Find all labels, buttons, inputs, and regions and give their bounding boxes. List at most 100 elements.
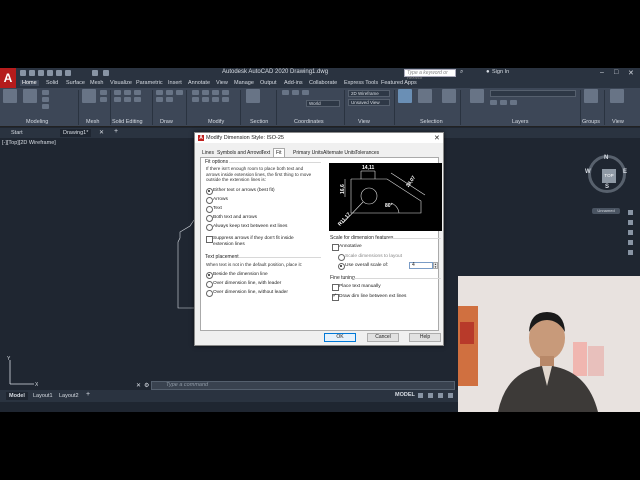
placement-over-with-leader[interactable]: Over dimension line, with leader [206,281,281,288]
wrench-icon[interactable]: ⚙ [144,382,149,389]
viewcube-west[interactable]: W [585,169,591,175]
maximize-button[interactable]: □ [614,69,618,76]
ok-button[interactable]: OK [324,333,356,342]
tab-text[interactable]: Text [259,149,272,157]
ribbon-tab-addins[interactable]: Add-ins [284,80,303,86]
search-input[interactable]: Type a keyword or phrase [404,69,456,82]
panel-label-solid-editing[interactable]: Solid Editing [112,119,143,125]
use-overall-scale-radio[interactable]: Use overall scale of: [338,263,388,270]
rotate-icon[interactable] [202,90,209,95]
mesh-tool-icon[interactable] [100,97,107,102]
base-view-icon[interactable] [610,89,624,103]
scale-spinner[interactable]: ▲ ▼ [433,262,438,269]
erase-icon[interactable] [222,97,229,102]
fit-option-arrows[interactable]: Arrows [206,197,228,204]
model-space-toggle[interactable]: MODEL [395,392,415,398]
viewcube[interactable]: TOP N S E W [585,155,627,193]
place-text-manually-checkbox[interactable]: Place text manually [332,284,381,291]
placement-beside-dim-line[interactable]: Beside the dimension line [206,272,268,279]
rectangle-icon[interactable] [166,97,173,102]
polar-icon[interactable] [448,393,453,398]
showmotion-icon[interactable] [628,250,633,255]
ucs-world-icon[interactable] [292,90,299,95]
fit-option-best-fit[interactable]: Either text or arrows (best fit) [206,188,275,195]
polyline-icon[interactable] [166,90,173,95]
autocad-logo[interactable]: A [0,68,16,88]
panel-label-modeling[interactable]: Modeling [26,119,48,125]
sign-in-link[interactable]: Sign In [492,69,509,75]
add-layout-icon[interactable]: + [86,391,90,398]
ribbon-tab-featured-apps[interactable]: Featured Apps [381,80,417,86]
ribbon-tab-manage[interactable]: Manage [234,80,254,86]
union-icon[interactable] [114,90,121,95]
revolve-icon[interactable] [42,104,49,109]
new-icon[interactable] [20,70,26,76]
panel-label-modify[interactable]: Modify [208,119,224,125]
snap-icon[interactable] [428,393,433,398]
extrude-icon[interactable] [23,89,37,103]
viewcube-south[interactable]: S [605,184,609,190]
layer-tool-icon[interactable] [500,100,507,105]
tab-tolerances[interactable]: Tolerances [353,149,381,157]
ribbon-tab-home[interactable]: Home [20,80,39,86]
ucs-origin-icon[interactable] [302,90,309,95]
fit-option-both[interactable]: Both text and arrows [206,215,257,222]
line-icon[interactable] [156,90,163,95]
ortho-icon[interactable] [438,393,443,398]
section-plane-icon[interactable] [246,89,260,103]
fit-option-text[interactable]: Text [206,206,222,213]
thicken-icon[interactable] [124,97,131,102]
ribbon-tab-solid[interactable]: Solid [46,80,58,86]
move-icon[interactable] [192,90,199,95]
presspull-icon[interactable] [42,97,49,102]
zoom-icon[interactable] [628,230,633,235]
smooth-object-icon[interactable] [82,89,96,103]
navigation-wheel-icon[interactable] [628,210,633,215]
plot-icon[interactable] [65,70,71,76]
open-icon[interactable] [29,70,35,76]
circle-icon[interactable] [176,90,183,95]
ribbon-tab-view[interactable]: View [216,80,228,86]
arc-icon[interactable] [156,97,163,102]
ucs-icon[interactable] [282,90,289,95]
command-line-input[interactable]: Type a command [151,381,455,390]
group-icon[interactable] [584,89,598,103]
placement-over-without-leader[interactable]: Over dimension line, without leader [206,290,288,297]
ribbon-tab-surface[interactable]: Surface [66,80,85,86]
overall-scale-input[interactable]: 4 [409,262,433,269]
named-view-dropdown[interactable]: Unsaved View [348,99,390,106]
viewport-controls[interactable]: [-][Top][2D Wireframe] [2,140,56,146]
wcs-menu[interactable]: Unnamed [592,208,620,214]
no-filter-icon[interactable] [418,89,432,103]
layer-dropdown[interactable] [490,90,576,97]
culling-icon[interactable] [398,89,412,103]
fit-option-always-keep[interactable]: Always keep text between ext lines [206,224,287,231]
undo-icon[interactable] [92,70,98,76]
close-icon[interactable]: ✕ [136,382,141,389]
viewcube-top-face[interactable]: TOP [602,169,616,183]
suppress-arrows-checkbox[interactable]: Suppress arrows if they don't fit inside… [206,236,314,247]
tab-lines[interactable]: Lines [200,149,216,157]
panel-label-view-2[interactable]: View [612,119,624,125]
move-gizmo-icon[interactable] [442,89,456,103]
scale-icon[interactable] [202,97,209,102]
tab-start[interactable]: Start [8,129,26,137]
ribbon-tab-mesh[interactable]: Mesh [90,80,103,86]
viewcube-east[interactable]: E [623,169,627,175]
panel-label-layers[interactable]: Layers [512,119,529,125]
minimize-button[interactable]: – [600,69,604,76]
ribbon-tab-express-tools[interactable]: Express Tools [344,80,378,86]
tab-primary-units[interactable]: Primary Units [291,149,325,157]
ribbon-tab-insert[interactable]: Insert [168,80,182,86]
new-tab-icon[interactable]: + [114,128,118,135]
tab-drawing1[interactable]: Drawing1* [60,129,92,137]
panel-label-draw[interactable]: Draw [160,119,173,125]
visual-style-dropdown[interactable]: 2D Wireframe [348,90,390,97]
binoculars-icon[interactable]: ⌕ [460,69,463,76]
orbit-icon[interactable] [628,240,633,245]
viewcube-north[interactable]: N [604,155,608,161]
tab-symbols-and-arrows[interactable]: Symbols and Arrows [215,149,265,157]
cancel-button[interactable]: Cancel [367,333,399,342]
close-icon[interactable]: ✕ [99,129,104,136]
box-icon[interactable] [3,89,17,103]
